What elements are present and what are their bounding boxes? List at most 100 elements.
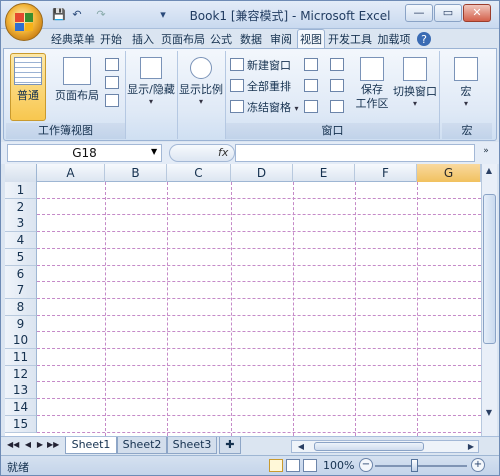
tab-page-layout[interactable]: 页面布局 [160, 29, 206, 49]
tab-add-ins[interactable]: 加载项 [375, 29, 413, 49]
sync-scroll-button[interactable] [330, 78, 347, 96]
normal-view-status-icon[interactable] [269, 459, 283, 472]
unhide-window-button[interactable] [304, 99, 321, 117]
page-break-status-icon[interactable] [303, 459, 317, 472]
first-sheet-icon[interactable]: ◀◀ [7, 440, 19, 449]
group-label: 窗口 [226, 123, 439, 139]
minimize-button[interactable]: — [405, 4, 433, 22]
worksheet-grid[interactable]: ABCDEFG 1 2 3 4 5 6 7 8 9 10 11 12 13 14 15 [5, 164, 481, 436]
tab-data[interactable]: 数据 [237, 29, 265, 49]
zoom-button[interactable]: 显示比例 ▾ [178, 53, 224, 135]
dropdown-arrow-icon: ▾ [148, 97, 153, 106]
zoom-level[interactable]: 100% [323, 459, 354, 472]
arrange-all-button[interactable]: 全部重排 [230, 78, 291, 96]
normal-view-button[interactable]: 普通 [10, 53, 46, 121]
column-header-d[interactable]: D [231, 164, 293, 182]
tab-home[interactable]: 开始 [98, 29, 124, 49]
save-workspace-icon [360, 57, 384, 81]
custom-views-button[interactable] [105, 75, 122, 93]
scroll-up-icon[interactable]: ▲ [482, 164, 496, 178]
scroll-right-icon[interactable]: ▶ [464, 440, 478, 453]
zoom-slider-thumb[interactable] [411, 459, 418, 472]
column-header-b[interactable]: B [105, 164, 167, 182]
arrange-all-icon [230, 79, 244, 92]
freeze-panes-button[interactable]: 冻结窗格 ▾ [230, 99, 299, 117]
hide-window-button[interactable] [304, 78, 321, 96]
new-window-button[interactable]: 新建窗口 [230, 57, 291, 75]
row-header-10[interactable]: 10 [5, 332, 37, 350]
help-icon[interactable]: ? [417, 32, 431, 46]
page-layout-view-button[interactable]: 页面布局 [52, 53, 102, 121]
tab-formulas[interactable]: 公式 [207, 29, 235, 49]
close-button[interactable]: ✕ [463, 4, 491, 22]
row-header-1[interactable]: 1 [5, 182, 37, 199]
split-button[interactable] [304, 57, 321, 75]
row-header-15[interactable]: 15 [5, 415, 37, 433]
row-header-14[interactable]: 14 [5, 399, 37, 417]
dropdown-arrow-icon: ▾ [198, 97, 203, 106]
group-workbook-views: 普通 页面布局 工作簿视图 [6, 51, 126, 139]
row-header-11[interactable]: 11 [5, 349, 37, 366]
column-header-g[interactable]: G [417, 164, 481, 182]
tab-view[interactable]: 视图 [297, 29, 325, 49]
unhide-window-icon [304, 100, 318, 113]
show-hide-button[interactable]: 显示/隐藏 ▾ [126, 53, 176, 135]
maximize-button[interactable]: ▭ [434, 4, 462, 22]
column-header-a[interactable]: A [37, 164, 105, 182]
view-side-by-side-button[interactable] [330, 57, 347, 75]
formula-input[interactable] [235, 144, 475, 162]
sheet-tab-2[interactable]: Sheet2 [117, 437, 167, 454]
normal-view-icon [14, 57, 42, 85]
vertical-scroll-thumb[interactable] [483, 194, 496, 344]
sheet-tab-3[interactable]: Sheet3 [167, 437, 217, 454]
sheet-tab-1[interactable]: Sheet1 [65, 437, 117, 454]
tab-classic-menu[interactable]: 经典菜单 [50, 29, 96, 49]
row-header-12[interactable]: 12 [5, 365, 37, 383]
scroll-down-icon[interactable]: ▼ [482, 406, 496, 420]
page-layout-status-icon[interactable] [286, 459, 300, 472]
row-header-4[interactable]: 4 [5, 232, 37, 250]
status-ready: 就绪 [7, 461, 29, 474]
show-hide-icon [140, 57, 162, 79]
office-button[interactable] [5, 3, 43, 41]
column-header-e[interactable]: E [293, 164, 355, 182]
save-workspace-button[interactable]: 保存 工作区 [352, 53, 392, 121]
row-header-9[interactable]: 9 [5, 315, 37, 333]
tab-review[interactable]: 审阅 [267, 29, 295, 49]
row-header-6[interactable]: 6 [5, 265, 37, 283]
select-all-corner[interactable] [5, 164, 37, 182]
row-header-13[interactable]: 13 [5, 382, 37, 400]
formula-buttons: fx [169, 144, 235, 162]
dropdown-arrow-icon: ▾ [294, 104, 299, 113]
row-header-8[interactable]: 8 [5, 298, 37, 316]
row-header-7[interactable]: 7 [5, 282, 37, 300]
row-header-5[interactable]: 5 [5, 248, 37, 266]
macros-button[interactable]: 宏 ▾ [446, 53, 486, 121]
prev-sheet-icon[interactable]: ◀ [23, 440, 33, 449]
full-screen-icon [105, 94, 119, 107]
zoom-in-icon[interactable]: + [471, 458, 485, 472]
scroll-left-icon[interactable]: ◀ [294, 440, 308, 453]
horizontal-scroll-thumb[interactable] [314, 442, 424, 451]
last-sheet-icon[interactable]: ▶▶ [47, 440, 59, 449]
horizontal-scrollbar[interactable]: ◀ ▶ [291, 440, 479, 453]
switch-windows-button[interactable]: 切换窗口 ▾ [392, 53, 438, 121]
tab-insert[interactable]: 插入 [129, 29, 157, 49]
insert-function-icon[interactable]: fx [218, 146, 228, 159]
zoom-slider[interactable] [375, 465, 467, 467]
vertical-scrollbar[interactable]: ▲ ▼ [481, 164, 497, 436]
reset-position-button[interactable] [330, 99, 347, 117]
expand-formula-bar-icon[interactable]: » [479, 146, 493, 160]
full-screen-button[interactable] [105, 93, 122, 111]
tab-developer[interactable]: 开发工具 [327, 29, 373, 49]
column-header-f[interactable]: F [355, 164, 417, 182]
name-box-dropdown-icon[interactable]: ▼ [151, 147, 157, 156]
insert-sheet-icon[interactable]: ✚ [219, 437, 241, 454]
row-header-2[interactable]: 2 [5, 198, 37, 216]
name-box[interactable]: G18 [7, 144, 162, 162]
page-break-preview-button[interactable] [105, 57, 122, 75]
next-sheet-icon[interactable]: ▶ [35, 440, 45, 449]
row-header-3[interactable]: 3 [5, 215, 37, 233]
zoom-out-icon[interactable]: − [359, 458, 373, 472]
column-header-c[interactable]: C [167, 164, 231, 182]
